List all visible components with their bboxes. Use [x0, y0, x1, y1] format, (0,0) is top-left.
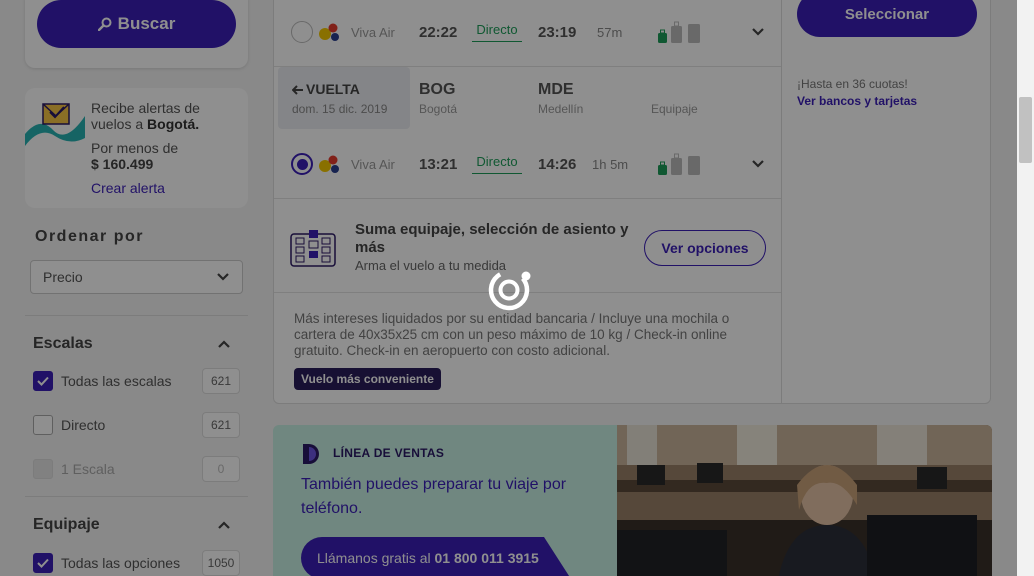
loading-spinner-icon: [488, 269, 531, 311]
scrollbar-thumb[interactable]: [1019, 97, 1032, 163]
page-scrollbar[interactable]: [1017, 0, 1034, 576]
